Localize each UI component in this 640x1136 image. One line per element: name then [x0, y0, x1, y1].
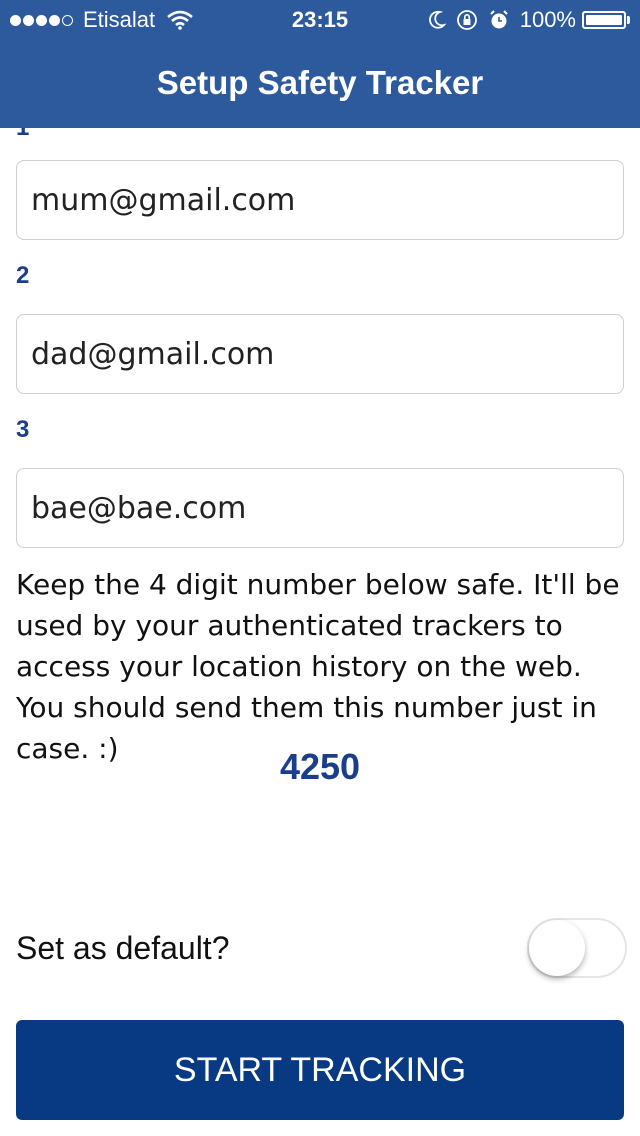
- set-default-label: Set as default?: [16, 930, 230, 966]
- battery-tip: [627, 16, 630, 24]
- email-field-1[interactable]: [16, 160, 624, 240]
- moon-icon: [428, 10, 446, 30]
- rotation-lock-icon: [456, 9, 478, 31]
- scroll-content[interactable]: 1 2 3 Keep the 4 digit number below safe…: [0, 128, 640, 1136]
- contact-label-1: 1: [16, 128, 29, 142]
- email-field-2[interactable]: [16, 314, 624, 394]
- status-right: 100%: [418, 7, 630, 33]
- alarm-icon: [488, 9, 510, 31]
- battery-icon: [582, 11, 626, 29]
- security-info-text: Keep the 4 digit number below safe. It'l…: [16, 568, 620, 765]
- set-default-toggle[interactable]: [527, 918, 627, 978]
- pin-code: 4250: [279, 746, 361, 787]
- navigation-header: Etisalat 23:15 100% Setup Safety Tracker: [0, 0, 640, 128]
- status-bar: Etisalat 23:15 100%: [0, 0, 640, 40]
- start-tracking-button[interactable]: START TRACKING: [16, 1020, 624, 1120]
- email-field-3[interactable]: [16, 468, 624, 548]
- battery-percentage: 100%: [519, 7, 576, 32]
- contact-label-3: 3: [16, 416, 30, 443]
- battery-level: [586, 15, 622, 25]
- toggle-knob: [529, 920, 585, 976]
- page-title: Setup Safety Tracker: [156, 64, 484, 101]
- contact-label-2: 2: [16, 262, 30, 289]
